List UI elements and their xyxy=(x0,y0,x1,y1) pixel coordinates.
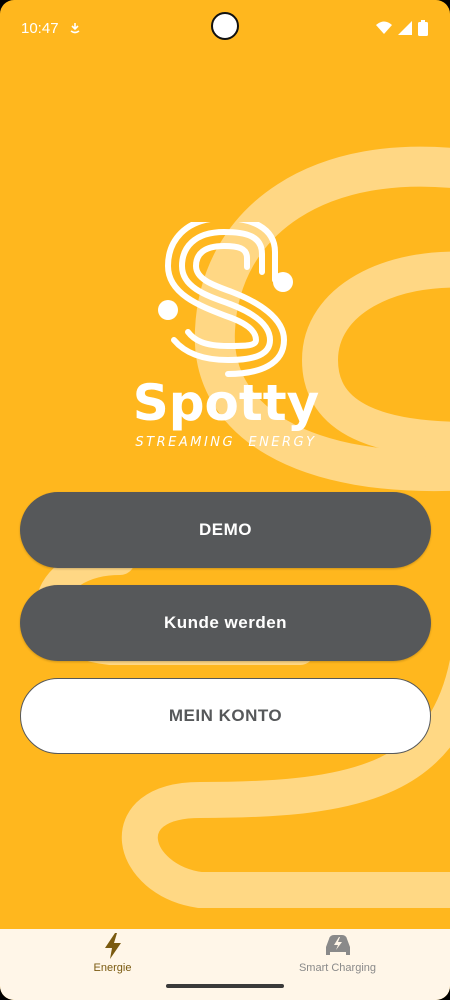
brand-name: Spotty xyxy=(133,374,320,432)
lightning-icon xyxy=(104,933,121,959)
wifi-icon xyxy=(376,21,392,34)
my-account-button[interactable]: MEIN KONTO xyxy=(20,678,431,754)
app-screen: 10:47 Spotty STREAMING ENERGY DEMO Kunde… xyxy=(0,0,450,1000)
camera-cutout xyxy=(211,12,239,40)
battery-icon xyxy=(418,20,428,36)
nav-item-smart-charging[interactable]: Smart Charging xyxy=(225,929,450,1000)
demo-button[interactable]: DEMO xyxy=(20,492,431,568)
home-indicator[interactable] xyxy=(166,984,284,988)
spotty-logo: Spotty STREAMING ENERGY xyxy=(133,222,320,450)
car-charging-icon xyxy=(325,935,350,955)
become-customer-button[interactable]: Kunde werden xyxy=(20,585,431,661)
demo-button-label: DEMO xyxy=(199,520,252,539)
my-account-button-label: MEIN KONTO xyxy=(168,706,283,725)
status-time: 10:47 xyxy=(21,19,59,37)
bottom-navigation: Energie Smart Charging xyxy=(0,929,450,1000)
signal-icon xyxy=(398,21,412,35)
brand-tagline: STREAMING ENERGY xyxy=(135,435,316,450)
nav-item-energie[interactable]: Energie xyxy=(0,929,225,1000)
nav-item-label: Smart Charging xyxy=(298,962,377,974)
become-customer-button-label: Kunde werden xyxy=(163,613,288,632)
nav-item-label: Energie xyxy=(93,962,132,974)
notification-icon xyxy=(70,23,80,34)
